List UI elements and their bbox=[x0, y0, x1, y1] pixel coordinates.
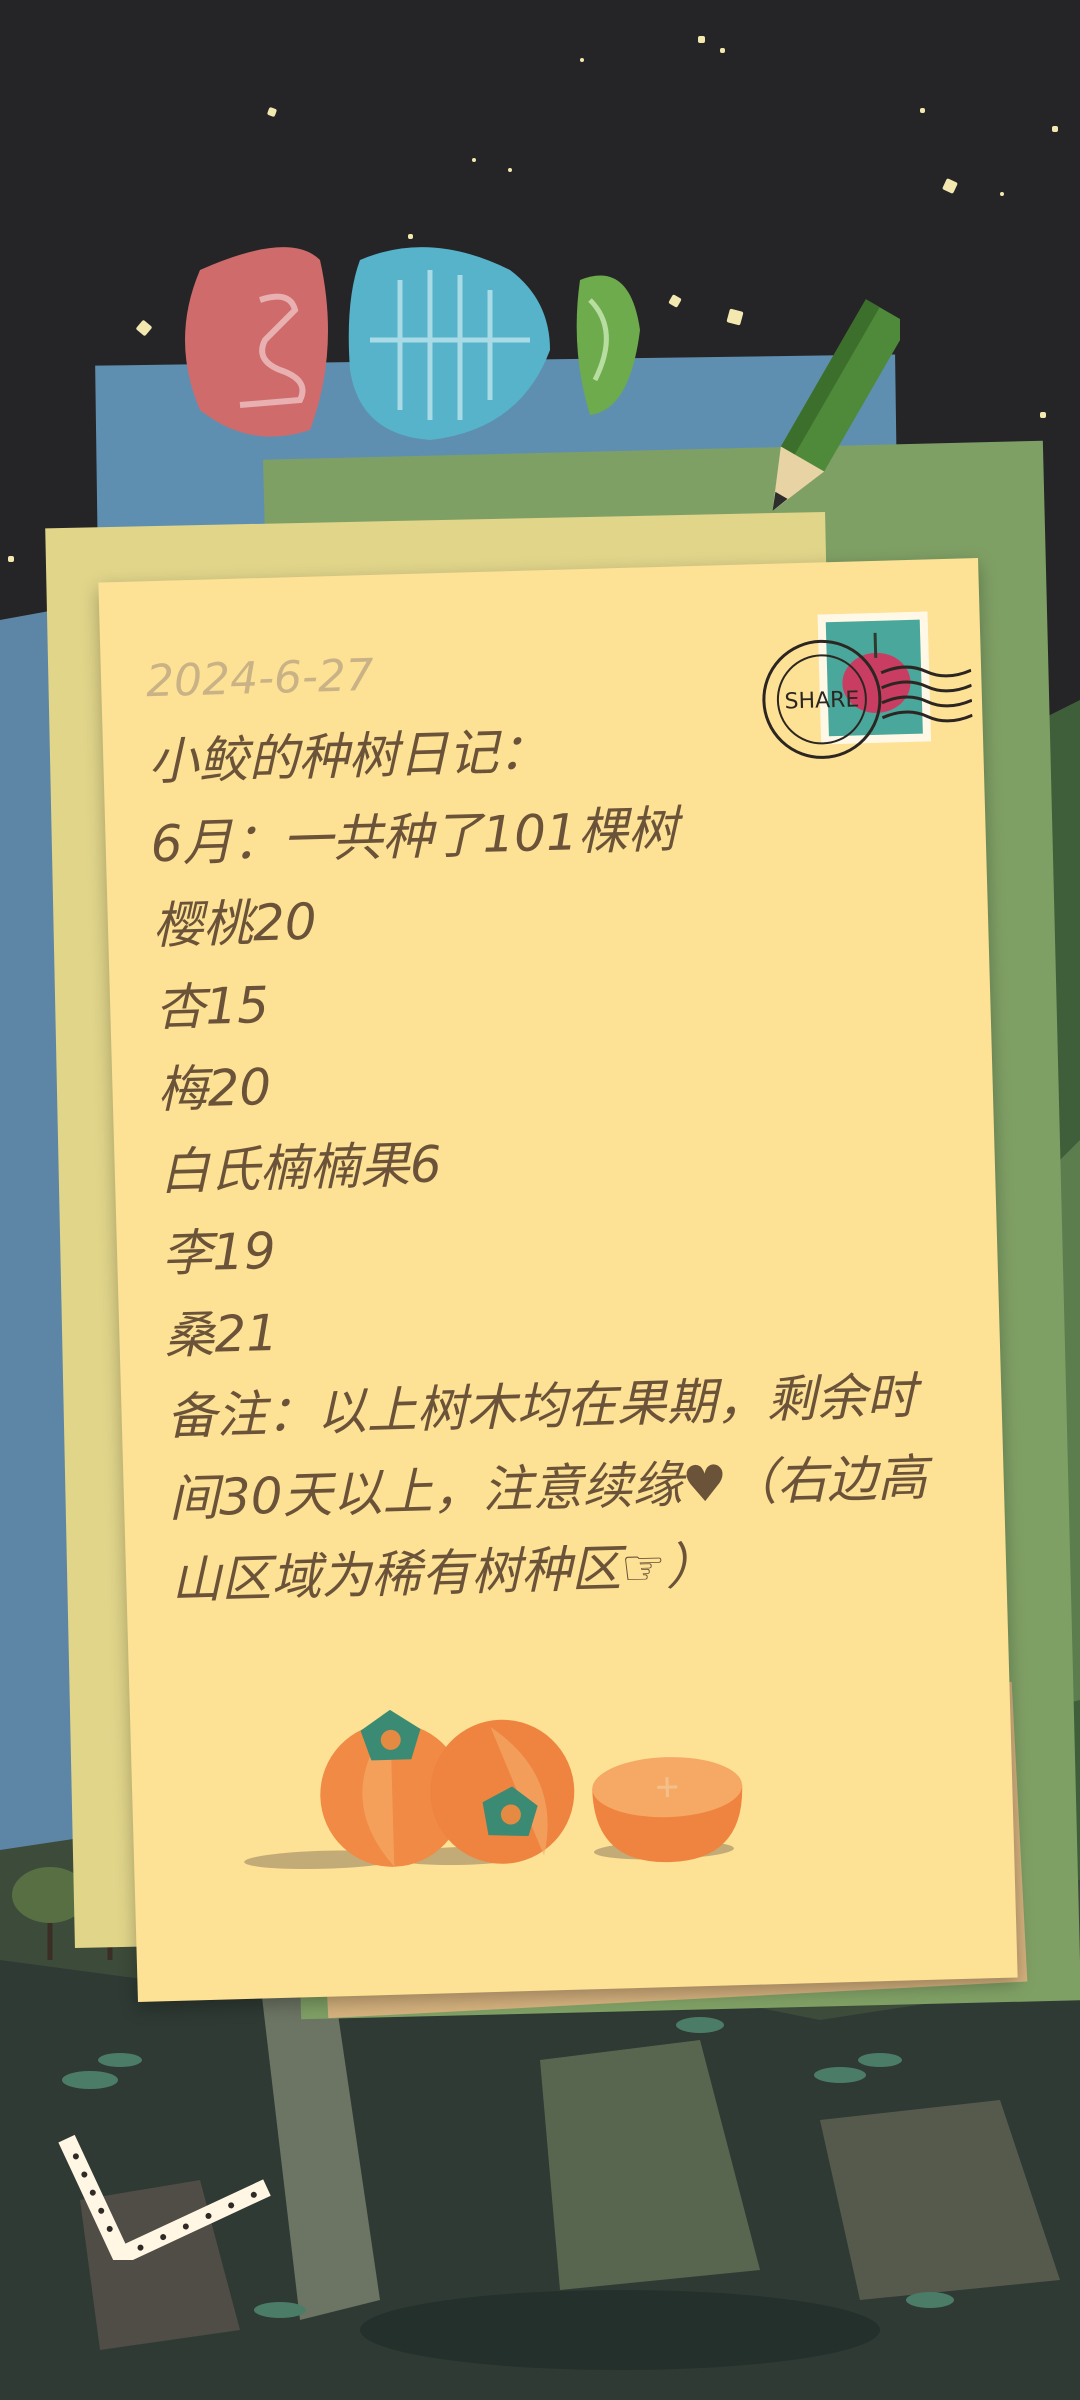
screen: 2024-6-27 小鲛的种树日记： 6月：一共种了101棵树 樱桃20 杏15… bbox=[0, 0, 1080, 2400]
note-remark: 备注：以上树木均在果期，剩余时间30天以上，注意续缘♥（右边高山区域为稀有树种区… bbox=[165, 1367, 928, 1610]
postage-stamp-icon: SHARE bbox=[762, 611, 973, 759]
stamp-text: SHARE bbox=[784, 687, 859, 714]
fish-bone-decoration bbox=[185, 247, 640, 440]
back-corner-icon[interactable] bbox=[50, 2080, 280, 2260]
pencil-icon bbox=[772, 299, 900, 511]
diary-note-card: 2024-6-27 小鲛的种树日记： 6月：一共种了101棵树 樱桃20 杏15… bbox=[98, 557, 1018, 2003]
note-date: 2024-6-27 bbox=[145, 649, 375, 708]
persimmon-icon bbox=[430, 1719, 575, 1864]
note-lines: 小鲛的种树日记： 6月：一共种了101棵树 樱桃20 杏15 梅20 白氏楠楠果… bbox=[147, 699, 955, 1377]
persimmon-group bbox=[244, 1709, 743, 1870]
